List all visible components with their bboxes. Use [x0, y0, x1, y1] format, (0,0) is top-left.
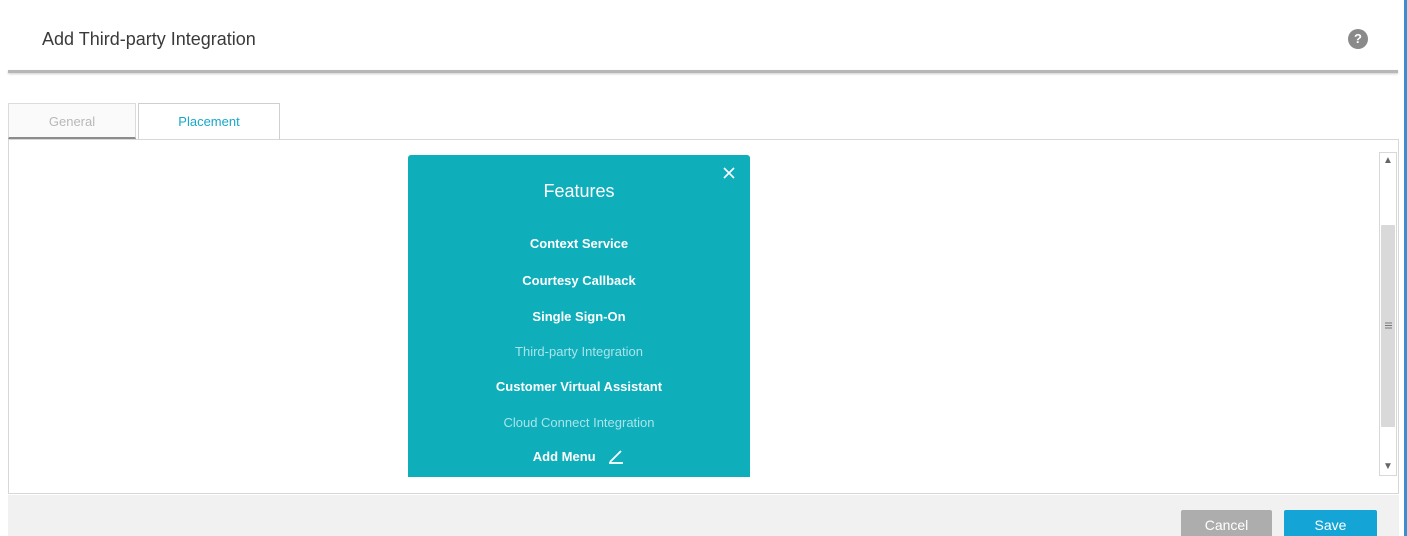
- feature-item-context-service[interactable]: Context Service: [408, 236, 750, 251]
- scrollbar-thumb[interactable]: [1381, 225, 1395, 427]
- vertical-scrollbar[interactable]: ▲ ▼: [1379, 152, 1397, 476]
- header-divider: [8, 70, 1398, 73]
- help-icon[interactable]: ?: [1348, 29, 1368, 49]
- tab-general[interactable]: General: [8, 103, 136, 139]
- dialog-header: Add Third-party Integration ?: [0, 0, 1400, 72]
- feature-item-customer-virtual-assistant[interactable]: Customer Virtual Assistant: [408, 379, 750, 394]
- feature-item-cloud-connect-integration[interactable]: Cloud Connect Integration: [408, 415, 750, 430]
- grip-icon: [1385, 322, 1392, 329]
- page-title: Add Third-party Integration: [42, 29, 256, 49]
- features-menu: Features Context Service Courtesy Callba…: [408, 155, 750, 477]
- scroll-down-arrow-icon[interactable]: ▼: [1380, 459, 1396, 475]
- pencil-icon: [609, 450, 624, 464]
- feature-item-third-party-integration[interactable]: Third-party Integration: [408, 344, 750, 359]
- tab-placement[interactable]: Placement: [138, 103, 280, 141]
- feature-item-courtesy-callback[interactable]: Courtesy Callback: [408, 273, 750, 288]
- add-integration-dialog: Add Third-party Integration ? General Pl…: [0, 0, 1407, 536]
- features-menu-title: Features: [543, 181, 615, 201]
- save-button[interactable]: Save: [1284, 510, 1377, 536]
- close-icon[interactable]: [720, 164, 738, 182]
- scroll-up-arrow-icon[interactable]: ▲: [1380, 153, 1396, 169]
- add-menu-button[interactable]: Add Menu: [408, 448, 750, 464]
- feature-item-single-sign-on[interactable]: Single Sign-On: [408, 309, 750, 324]
- add-menu-label: Add Menu: [532, 449, 596, 464]
- cancel-button[interactable]: Cancel: [1181, 510, 1272, 536]
